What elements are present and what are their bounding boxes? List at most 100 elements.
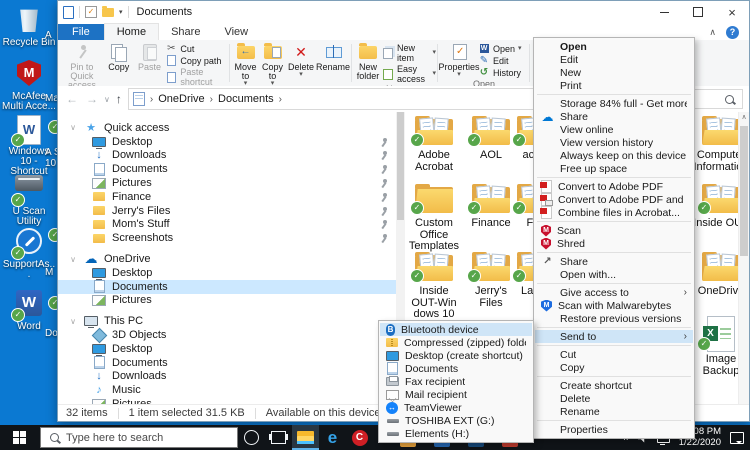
pin-to-quick-access-button[interactable]: Pin to Quick access <box>60 41 104 91</box>
context-menu-item-shred[interactable]: Shred <box>535 237 693 250</box>
breadcrumb-item-onedrive[interactable]: OneDrive <box>158 93 204 105</box>
properties-button[interactable]: Properties <box>440 41 478 79</box>
sidebar-item-music[interactable]: Music <box>58 383 396 397</box>
context-menu-item-cut[interactable]: Cut <box>535 348 693 361</box>
scrollbar-thumb[interactable] <box>397 112 404 220</box>
file-item-adobe-acrobat[interactable]: Adobe Acrobat <box>406 112 462 173</box>
context-menu-item-open-with-[interactable]: Open with... <box>535 268 693 281</box>
sidebar-item-downloads[interactable]: Downloads <box>58 149 396 163</box>
context-menu-item-rename[interactable]: Rename <box>535 405 693 418</box>
context-menu-item-storage-84-full-get-more[interactable]: Storage 84% full - Get more <box>535 97 693 110</box>
expand-chevron-icon[interactable]: ∨ <box>68 317 78 326</box>
tab-view[interactable]: View <box>212 24 260 40</box>
sidebar-item-this-pc[interactable]: ∨This PC <box>58 314 396 328</box>
send-to-item-desktop-create-shortcut-[interactable]: Desktop (create shortcut) <box>380 349 532 362</box>
move-to-button[interactable]: Move to <box>232 41 259 88</box>
context-menu-item-view-online[interactable]: View online <box>535 123 693 136</box>
send-to-item-bluetooth-device[interactable]: Bluetooth device <box>380 323 532 336</box>
context-menu-item-copy[interactable]: Copy <box>535 361 693 374</box>
sidebar-item-mom-s-stuff[interactable]: Mom's Stuff <box>58 218 396 232</box>
context-menu-item-convert-to-adobe-pdf[interactable]: Convert to Adobe PDF <box>535 180 693 193</box>
context-menu-item-scan-with-malwarebytes[interactable]: Scan with Malwarebytes <box>535 299 693 312</box>
context-menu-item-properties[interactable]: Properties <box>535 423 693 436</box>
send-to-item-fax-recipient[interactable]: Fax recipient <box>380 375 532 388</box>
tab-share[interactable]: Share <box>159 24 212 40</box>
collapse-ribbon-icon[interactable]: ∧ <box>709 27 716 38</box>
context-menu-item-share[interactable]: Share <box>535 255 693 268</box>
copy-to-button[interactable]: Copy to <box>259 41 286 88</box>
task-view-button[interactable] <box>265 425 292 450</box>
context-menu-item-restore-previous-versions[interactable]: Restore previous versions <box>535 312 693 325</box>
cortana-button[interactable] <box>238 425 265 450</box>
easy-access-button[interactable]: Easy access <box>382 64 436 84</box>
context-menu-item-edit[interactable]: Edit <box>535 53 693 66</box>
context-menu-item-scan[interactable]: Scan <box>535 224 693 237</box>
title-bar[interactable]: ▾ Documents × <box>58 1 749 23</box>
new-item-button[interactable]: New item <box>382 43 436 63</box>
expand-chevron-icon[interactable]: ∨ <box>68 123 78 132</box>
send-to-item-mail-recipient[interactable]: Mail recipient <box>380 388 532 401</box>
sidebar-item-pictures[interactable]: Pictures <box>58 176 396 190</box>
minimize-button[interactable] <box>647 1 681 23</box>
sidebar-item-onedrive[interactable]: ∨OneDrive <box>58 252 396 266</box>
sidebar-item-pictures[interactable]: Pictures <box>58 294 396 308</box>
edit-button[interactable]: Edit <box>478 55 522 66</box>
close-button[interactable]: × <box>715 1 749 23</box>
sidebar-item-3d-objects[interactable]: 3D Objects <box>58 328 396 342</box>
context-menu-item-send-to[interactable]: Send to› <box>535 330 693 343</box>
sidebar-item-finance[interactable]: Finance <box>58 190 396 204</box>
up-button[interactable]: ↑ <box>114 92 124 106</box>
context-menu-item-free-up-space[interactable]: Free up space <box>535 162 693 175</box>
open-button[interactable]: Open <box>478 43 522 54</box>
context-menu-item-view-version-history[interactable]: View version history <box>535 136 693 149</box>
file-item-inside-out-win-dows-10[interactable]: Inside OUT-Win dows 10 <box>406 248 462 321</box>
sidebar-item-quick-access[interactable]: ∨Quick access <box>58 121 396 135</box>
send-to-item-toshiba-ext-g-[interactable]: TOSHIBA EXT (G:) <box>380 414 532 427</box>
file-item-custom-office-templates[interactable]: Custom Office Templates <box>406 180 462 253</box>
help-icon[interactable]: ? <box>726 26 739 39</box>
send-to-item-documents[interactable]: Documents <box>380 362 532 375</box>
sidebar-item-documents[interactable]: Documents <box>58 280 396 294</box>
sidebar-item-desktop[interactable]: Desktop <box>58 266 396 280</box>
sidebar-item-documents[interactable]: Documents <box>58 356 396 370</box>
send-to-item-elements-h-[interactable]: Elements (H:) <box>380 427 532 440</box>
file-properties-icon[interactable] <box>63 6 74 19</box>
qat-new-folder-icon[interactable] <box>102 8 114 17</box>
context-menu-item-share[interactable]: Share <box>535 110 693 123</box>
taskbar-search[interactable]: Type here to search <box>40 427 238 448</box>
cut-button[interactable]: Cut <box>165 43 228 54</box>
send-to-item-teamviewer[interactable]: TeamViewer <box>380 401 532 414</box>
edge-taskbar-button[interactable]: e <box>319 425 346 450</box>
send-to-item-compressed-zipped-folder[interactable]: Compressed (zipped) folder <box>380 336 532 349</box>
desktop-icon-recycle-bin[interactable]: Recycle Bin <box>2 4 56 48</box>
forward-button[interactable]: → <box>84 92 100 106</box>
context-menu-item-open[interactable]: Open <box>535 40 693 53</box>
recent-locations-dropdown-icon[interactable]: ∨ <box>104 95 110 104</box>
sidebar-item-pictures[interactable]: Pictures <box>58 397 396 404</box>
back-button[interactable]: ← <box>64 92 80 106</box>
context-menu-item-give-access-to[interactable]: Give access to› <box>535 286 693 299</box>
qat-customize-dropdown-icon[interactable]: ▾ <box>119 8 123 16</box>
copy-button[interactable]: Copy <box>104 41 134 73</box>
scrollbar-up-arrow[interactable]: ∧ <box>739 112 749 124</box>
sidebar-item-desktop[interactable]: Desktop <box>58 342 396 356</box>
ccleaner-taskbar-button[interactable] <box>346 425 373 450</box>
breadcrumb-item-documents[interactable]: Documents <box>218 93 274 105</box>
file-explorer-taskbar-button[interactable] <box>292 425 319 450</box>
expand-chevron-icon[interactable]: ∨ <box>68 255 78 264</box>
sidebar-item-screenshots[interactable]: Screenshots <box>58 231 396 245</box>
context-menu-item-convert-to-adobe-pdf-and-email[interactable]: Convert to Adobe PDF and EMail <box>535 193 693 206</box>
new-folder-button[interactable]: New folder <box>354 41 382 82</box>
paste-shortcut-button[interactable]: Paste shortcut <box>165 67 228 87</box>
delete-button[interactable]: Delete <box>286 41 316 79</box>
sidebar-item-desktop[interactable]: Desktop <box>58 135 396 149</box>
context-menu-item-always-keep-on-this-device[interactable]: Always keep on this device <box>535 149 693 162</box>
sidebar-item-downloads[interactable]: Downloads <box>58 370 396 384</box>
desktop-icon-word[interactable]: Word <box>2 288 56 332</box>
copy-path-button[interactable]: Copy path <box>165 55 228 66</box>
context-menu-item-delete[interactable]: Delete <box>535 392 693 405</box>
action-center-icon[interactable] <box>730 432 744 444</box>
rename-button[interactable]: Rename <box>316 41 350 73</box>
paste-button[interactable]: Paste <box>134 41 166 73</box>
start-button[interactable] <box>0 425 40 450</box>
